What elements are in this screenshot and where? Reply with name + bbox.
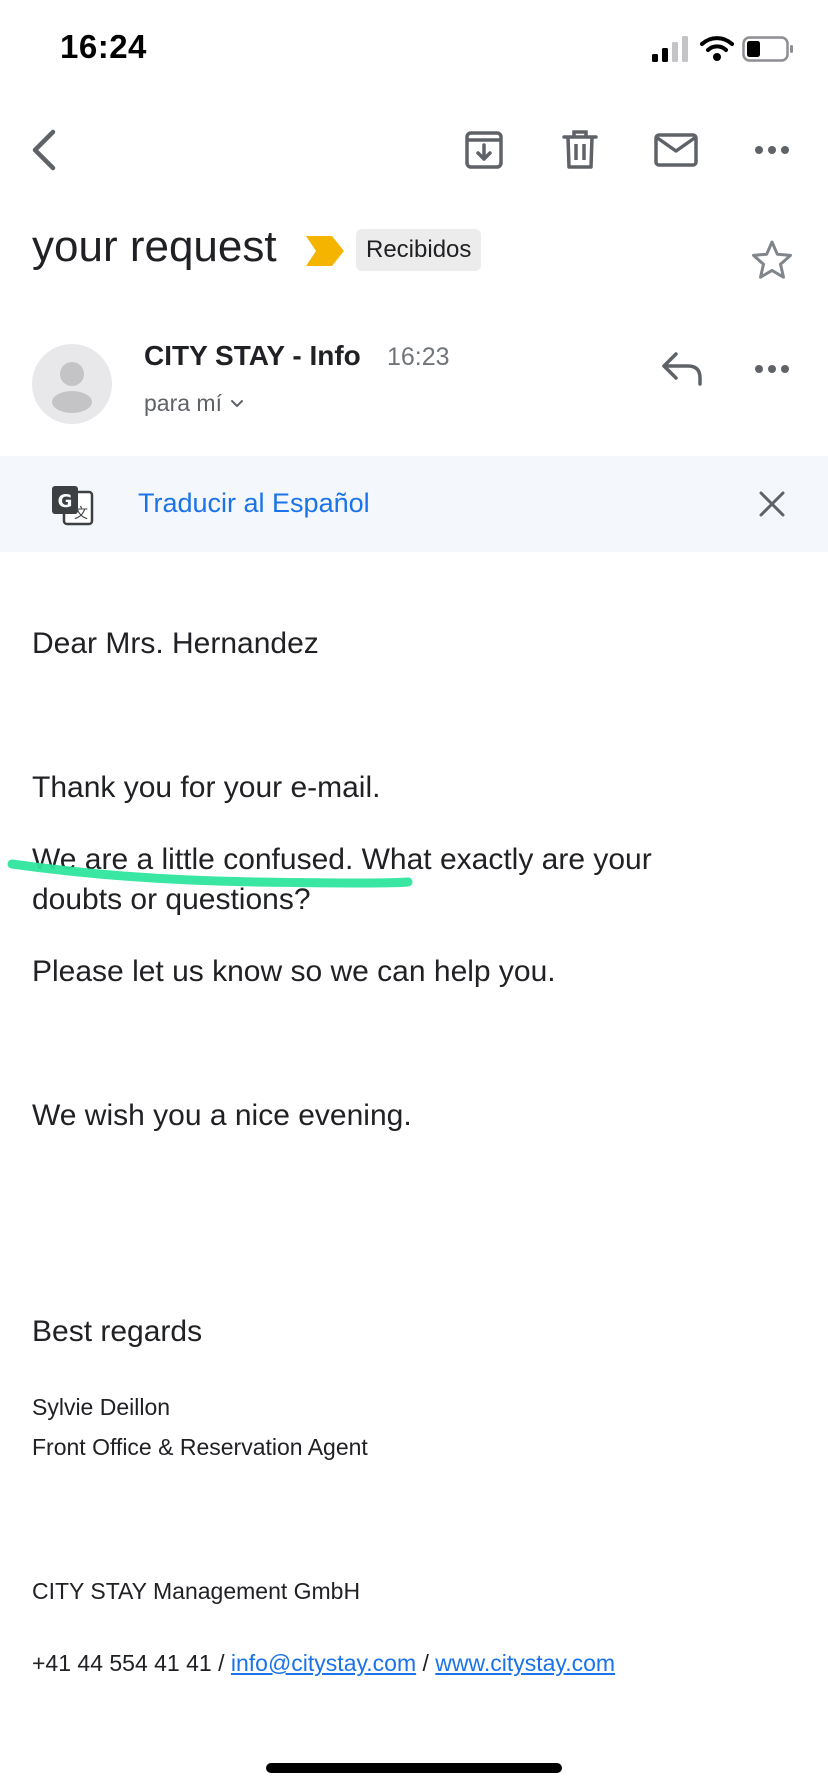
translate-icon: G 文 [52, 486, 94, 526]
sent-time: 16:23 [387, 343, 450, 371]
mail-icon [654, 133, 698, 167]
website-link[interactable]: www.citystay.com [435, 1650, 615, 1676]
more-options-button[interactable] [744, 122, 800, 178]
star-icon[interactable] [750, 238, 794, 282]
status-time: 16:24 [60, 28, 147, 65]
contact-line: +41 44 554 41 41 / info@citystay.com / w… [32, 1650, 615, 1677]
signature-title: Front Office & Reservation Agent [32, 1434, 368, 1460]
chevron-down-icon [230, 399, 243, 407]
close-icon[interactable] [756, 488, 788, 520]
chevron-left-icon [32, 129, 56, 171]
home-indicator[interactable] [266, 1763, 562, 1773]
wifi-icon [700, 36, 734, 61]
person-icon [52, 362, 92, 413]
archive-button[interactable] [456, 122, 512, 178]
recipient-label: para mí [144, 390, 222, 416]
signature-name: Sylvie Deillon [32, 1394, 171, 1420]
highlighter-stroke [7, 859, 413, 888]
mark-unread-button[interactable] [648, 122, 704, 178]
archive-icon [465, 131, 503, 169]
sender-name[interactable]: CITY STAY - Info [144, 340, 361, 372]
sender-more-icon[interactable] [750, 344, 794, 394]
more-horizontal-icon [755, 146, 789, 154]
translate-bar [0, 456, 828, 552]
separator: / [422, 1650, 429, 1676]
svg-text:G: G [58, 491, 73, 512]
email-link[interactable]: info@citystay.com [231, 1650, 416, 1676]
importance-marker-icon[interactable] [306, 236, 344, 266]
closing: Best regards [32, 1315, 203, 1348]
svg-text:文: 文 [74, 506, 88, 522]
delete-button[interactable] [552, 122, 608, 178]
greeting: Dear Mrs. Hernandez [32, 627, 319, 660]
email-subject: your request [32, 222, 277, 271]
company-name: CITY STAY Management GmbH [32, 1578, 361, 1604]
inbox-label-chip[interactable]: Recibidos [356, 229, 482, 271]
recipient-details-toggle[interactable]: para mí [144, 390, 244, 417]
battery-icon [742, 36, 793, 62]
cellular-signal-icon [652, 36, 688, 62]
sender-avatar[interactable] [32, 344, 112, 424]
body-line-evening: We wish you a nice evening. [32, 1099, 412, 1132]
back-button[interactable] [16, 122, 72, 178]
body-line-help: Please let us know so we can help you. [32, 955, 556, 988]
phone-number[interactable]: +41 44 554 41 41 [32, 1650, 212, 1676]
translate-link[interactable]: Traducir al Español [138, 488, 370, 519]
reply-icon[interactable] [658, 344, 708, 394]
separator: / [218, 1650, 225, 1676]
trash-icon [562, 130, 598, 169]
body-line-thanks: Thank you for your e-mail. [32, 771, 381, 804]
